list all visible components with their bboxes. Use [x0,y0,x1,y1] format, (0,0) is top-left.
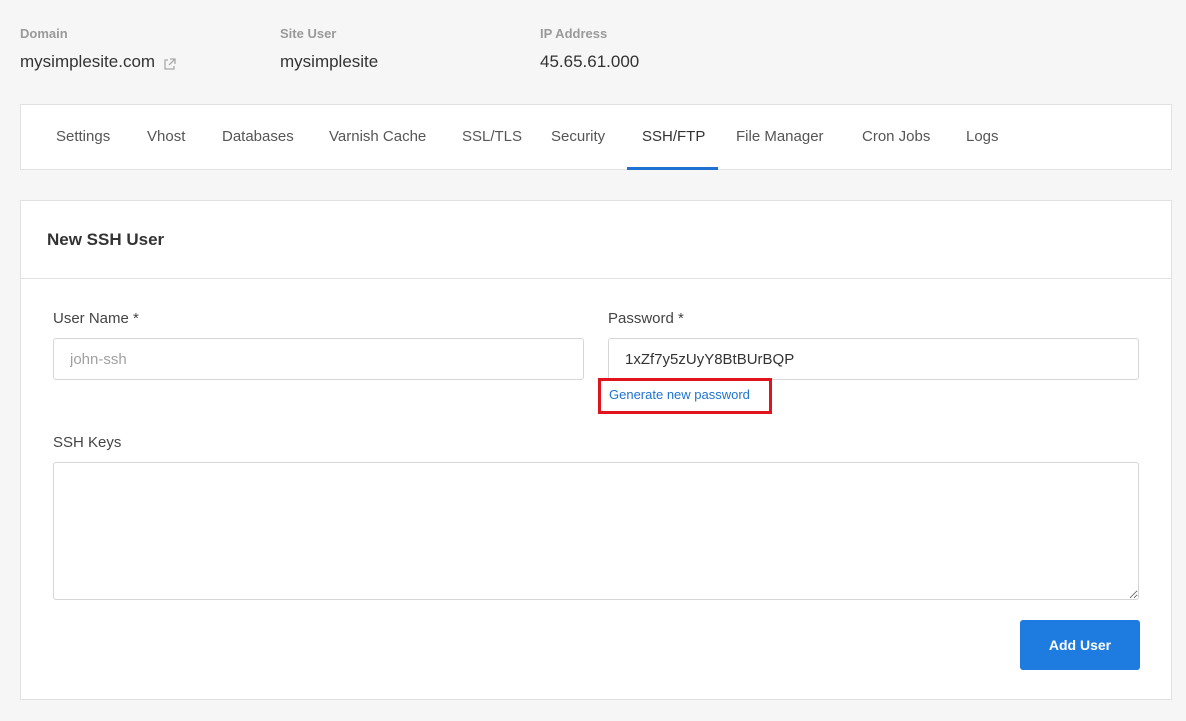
tab-file-manager[interactable]: File Manager [721,105,839,169]
generate-password-link[interactable]: Generate new password [598,378,772,414]
ip-address-value: 45.65.61.000 [540,52,640,71]
site-user-info: Site User mysimplesite [280,26,520,72]
site-user-label: Site User [280,26,337,41]
ip-address-info: IP Address 45.65.61.000 [540,26,780,72]
tab-databases[interactable]: Databases [207,105,309,169]
tab-logs[interactable]: Logs [951,105,1014,169]
domain-value: mysimplesite.com [20,52,156,71]
username-input[interactable] [53,338,584,380]
site-user-value: mysimplesite [280,52,379,71]
card-title: New SSH User [21,201,1171,279]
tab-vhost[interactable]: Vhost [132,105,200,169]
tab-ssl-tls[interactable]: SSL/TLS [447,105,537,169]
tab-cron-jobs[interactable]: Cron Jobs [847,105,945,169]
ssh-keys-textarea[interactable] [53,462,1139,600]
tab-settings[interactable]: Settings [41,105,125,169]
tab-ssh-ftp[interactable]: SSH/FTP [627,105,718,170]
tab-security[interactable]: Security [536,105,620,169]
ip-address-label: IP Address [540,26,608,41]
ssh-keys-label: SSH Keys [53,434,122,451]
site-tabs: Settings Vhost Databases Varnish Cache S… [20,104,1172,170]
add-user-button[interactable]: Add User [1020,620,1140,670]
password-input[interactable] [608,338,1139,380]
domain-info: Domain mysimplesite.com [20,26,260,72]
external-link-icon[interactable] [163,56,176,70]
new-ssh-user-card: New SSH User User Name * Password * Gene… [20,200,1172,700]
domain-label: Domain [20,26,68,41]
username-label: User Name * [53,310,139,327]
tab-varnish-cache[interactable]: Varnish Cache [314,105,441,169]
password-label: Password * [608,310,684,327]
